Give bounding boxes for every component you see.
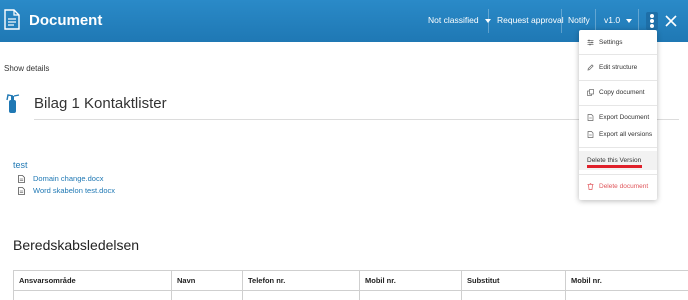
file-icon (18, 174, 25, 183)
chevron-down-icon (626, 18, 633, 23)
classification-label: Not classified (428, 15, 479, 25)
file-export-icon (587, 131, 594, 138)
menu-item-export-all-versions[interactable]: Export all versions (579, 128, 657, 141)
menu-item-copy-document[interactable]: Copy document (579, 86, 657, 99)
file-icon (18, 186, 25, 195)
column-header: Ansvarsområde (13, 270, 172, 291)
close-icon[interactable] (664, 14, 678, 28)
menu-item-export-document[interactable]: Export Document (579, 111, 657, 124)
column-header: Substitut (461, 270, 566, 291)
request-approval-button[interactable]: Request approval (497, 15, 564, 25)
menu-item-label: Edit structure (599, 64, 638, 71)
table-row (13, 290, 688, 300)
show-details-link[interactable]: Show details (4, 64, 49, 73)
sliders-icon (587, 39, 594, 46)
document-icon (4, 9, 20, 30)
menu-item-label: Copy document (599, 89, 645, 96)
section-title: Beredskabsledelsen (13, 237, 140, 253)
column-header: Mobil nr. (565, 270, 688, 291)
file-name: Word skabelon test.docx (33, 186, 115, 195)
pencil-icon (587, 64, 594, 71)
fire-extinguisher-icon (6, 94, 20, 113)
contact-table: Ansvarsområde Navn Telefon nr. Mobil nr.… (13, 270, 688, 300)
menu-divider (579, 105, 657, 106)
document-title: Bilag 1 Kontaktlister (34, 95, 167, 112)
file-name: Domain change.docx (33, 174, 104, 183)
classification-dropdown[interactable]: Not classified (428, 15, 491, 25)
menu-divider (579, 174, 657, 175)
column-header: Mobil nr. (359, 270, 462, 291)
file-export-icon (587, 114, 594, 121)
menu-item-edit-structure[interactable]: Edit structure (579, 61, 657, 74)
menu-item-delete-document[interactable]: Delete document (579, 180, 657, 193)
menu-item-label: Delete document (599, 183, 649, 190)
version-dropdown[interactable]: v1.0 (604, 15, 633, 25)
toolbar-divider (561, 9, 562, 33)
trash-icon (587, 183, 594, 190)
more-options-menu: Settings Edit structure Copy document Ex… (579, 30, 657, 200)
copy-icon (587, 89, 594, 96)
attachment-group-title[interactable]: test (13, 160, 28, 170)
version-label: v1.0 (604, 15, 621, 25)
toolbar-divider (488, 9, 489, 33)
column-header: Navn (171, 270, 243, 291)
menu-item-label: Export Document (599, 114, 650, 121)
app-title: Document (29, 12, 103, 29)
menu-divider (579, 80, 657, 81)
column-header: Telefon nr. (242, 270, 360, 291)
menu-divider (579, 54, 657, 55)
highlight-underline (587, 165, 642, 168)
table-header-row: Ansvarsområde Navn Telefon nr. Mobil nr.… (13, 270, 688, 291)
notify-button[interactable]: Notify (568, 15, 590, 25)
more-options-icon[interactable] (646, 12, 658, 30)
menu-divider (579, 147, 657, 148)
file-link[interactable]: Word skabelon test.docx (18, 186, 115, 195)
menu-item-label: Delete this Version (587, 157, 642, 164)
menu-item-label: Export all versions (599, 131, 653, 138)
menu-item-label: Settings (599, 39, 623, 46)
file-link[interactable]: Domain change.docx (18, 174, 103, 183)
menu-item-settings[interactable]: Settings (579, 36, 657, 49)
